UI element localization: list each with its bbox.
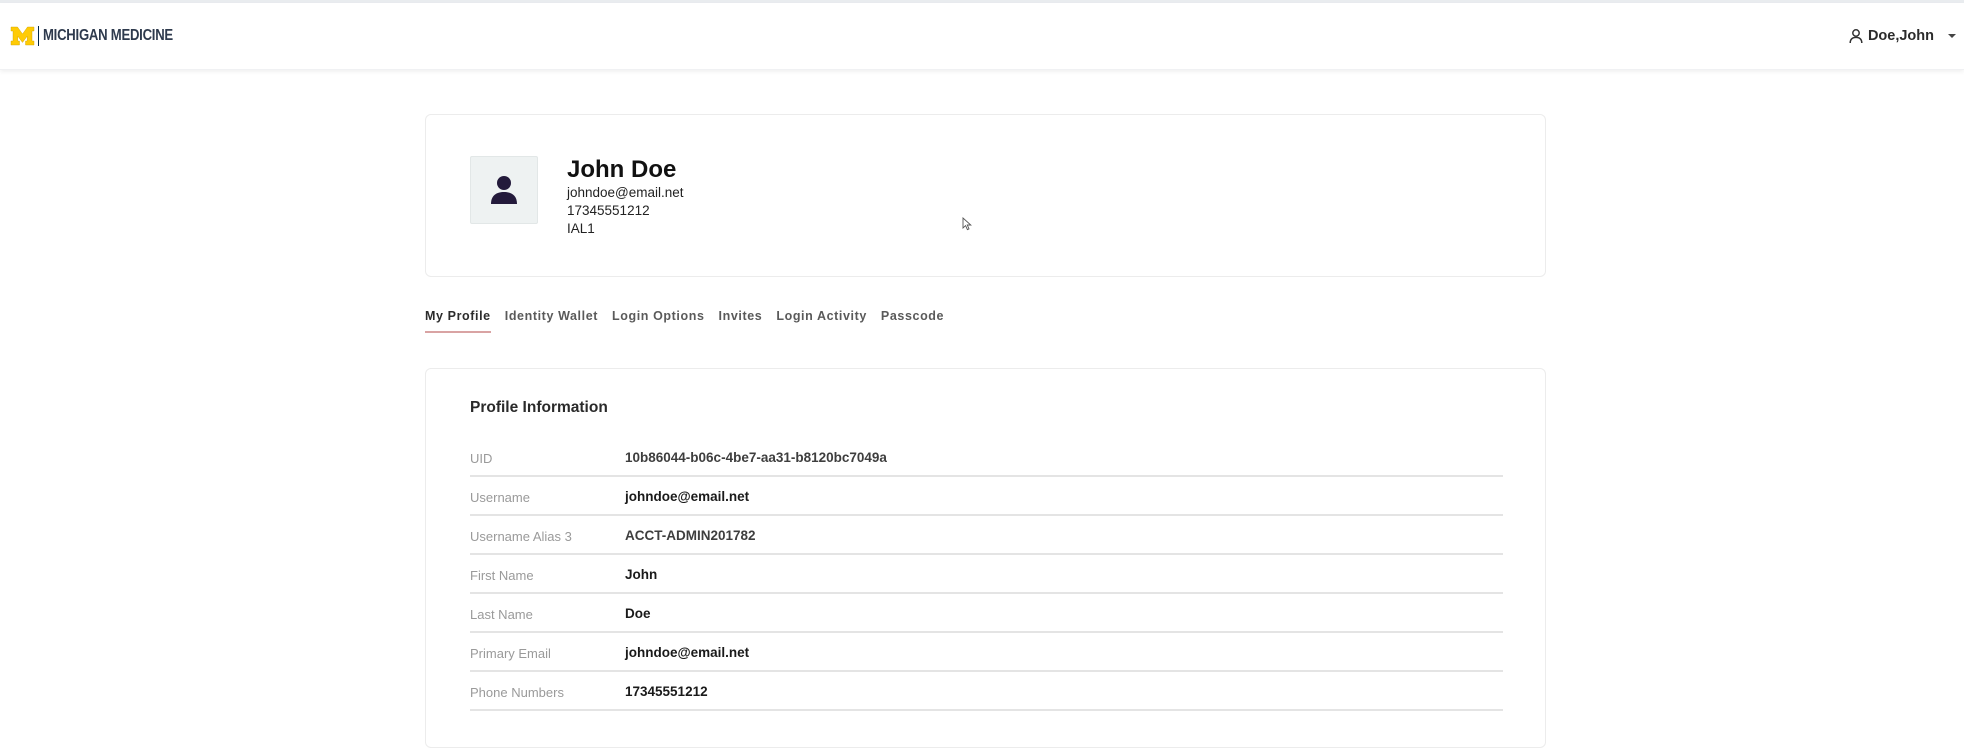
info-value: johndoe@email.net — [625, 489, 750, 504]
profile-email: johndoe@email.net — [567, 185, 684, 200]
tab-login-options[interactable]: Login Options — [612, 309, 705, 333]
user-menu[interactable]: Doe,John — [1848, 25, 1956, 47]
info-row-phone-numbers: Phone Numbers 17345551212 — [470, 673, 1503, 711]
user-name: Doe,John — [1867, 28, 1934, 44]
info-row-primary-email: Primary Email johndoe@email.net — [470, 634, 1503, 672]
info-row-username: Username johndoe@email.net — [470, 478, 1503, 516]
info-label: Last Name — [470, 607, 533, 622]
info-label: Username Alias 3 — [470, 529, 572, 544]
app-header: MICHIGAN MEDICINE Doe,John — [0, 3, 1964, 70]
info-value: 10b86044-b06c-4be7-aa31-b8120bc7049a — [625, 450, 887, 465]
profile-summary-card: John Doe johndoe@email.net 17345551212 I… — [425, 114, 1546, 277]
info-value: johndoe@email.net — [625, 645, 750, 660]
avatar — [470, 156, 538, 224]
tab-invites[interactable]: Invites — [719, 309, 763, 333]
info-label: Username — [470, 490, 530, 505]
user-icon — [1849, 29, 1863, 44]
info-label: First Name — [470, 568, 534, 583]
profile-phone: 17345551212 — [567, 203, 650, 218]
chevron-down-icon — [1948, 34, 1956, 38]
info-value: John — [625, 567, 658, 582]
info-label: Primary Email — [470, 646, 551, 661]
logo-divider — [38, 26, 39, 46]
info-value: ACCT-ADMIN201782 — [625, 528, 756, 543]
tab-my-profile[interactable]: My Profile — [425, 309, 491, 333]
info-label: Phone Numbers — [470, 685, 564, 700]
profile-ial: IAL1 — [567, 221, 595, 236]
info-row-first-name: First Name John — [470, 556, 1503, 594]
person-avatar-icon — [491, 176, 517, 204]
mouse-cursor-icon — [962, 217, 972, 231]
logo-text: MICHIGAN MEDICINE — [43, 27, 173, 44]
tab-login-activity[interactable]: Login Activity — [776, 309, 867, 333]
info-row-username-alias: Username Alias 3 ACCT-ADMIN201782 — [470, 517, 1503, 555]
info-row-uid: UID 10b86044-b06c-4be7-aa31-b8120bc7049a — [470, 439, 1503, 477]
michigan-medicine-logo[interactable]: MICHIGAN MEDICINE — [10, 24, 201, 48]
tab-identity-wallet[interactable]: Identity Wallet — [505, 309, 598, 333]
info-value: Doe — [625, 606, 651, 621]
block-m-logo-icon — [10, 26, 35, 46]
info-label: UID — [470, 451, 493, 466]
profile-tabs: My Profile Identity Wallet Login Options… — [425, 309, 958, 333]
profile-information-title: Profile Information — [470, 399, 608, 416]
info-value: 17345551212 — [625, 684, 708, 699]
profile-name: John Doe — [567, 156, 677, 183]
info-row-last-name: Last Name Doe — [470, 595, 1503, 633]
profile-information-card: Profile Information UID 10b86044-b06c-4b… — [425, 368, 1546, 748]
tab-passcode[interactable]: Passcode — [881, 309, 944, 333]
